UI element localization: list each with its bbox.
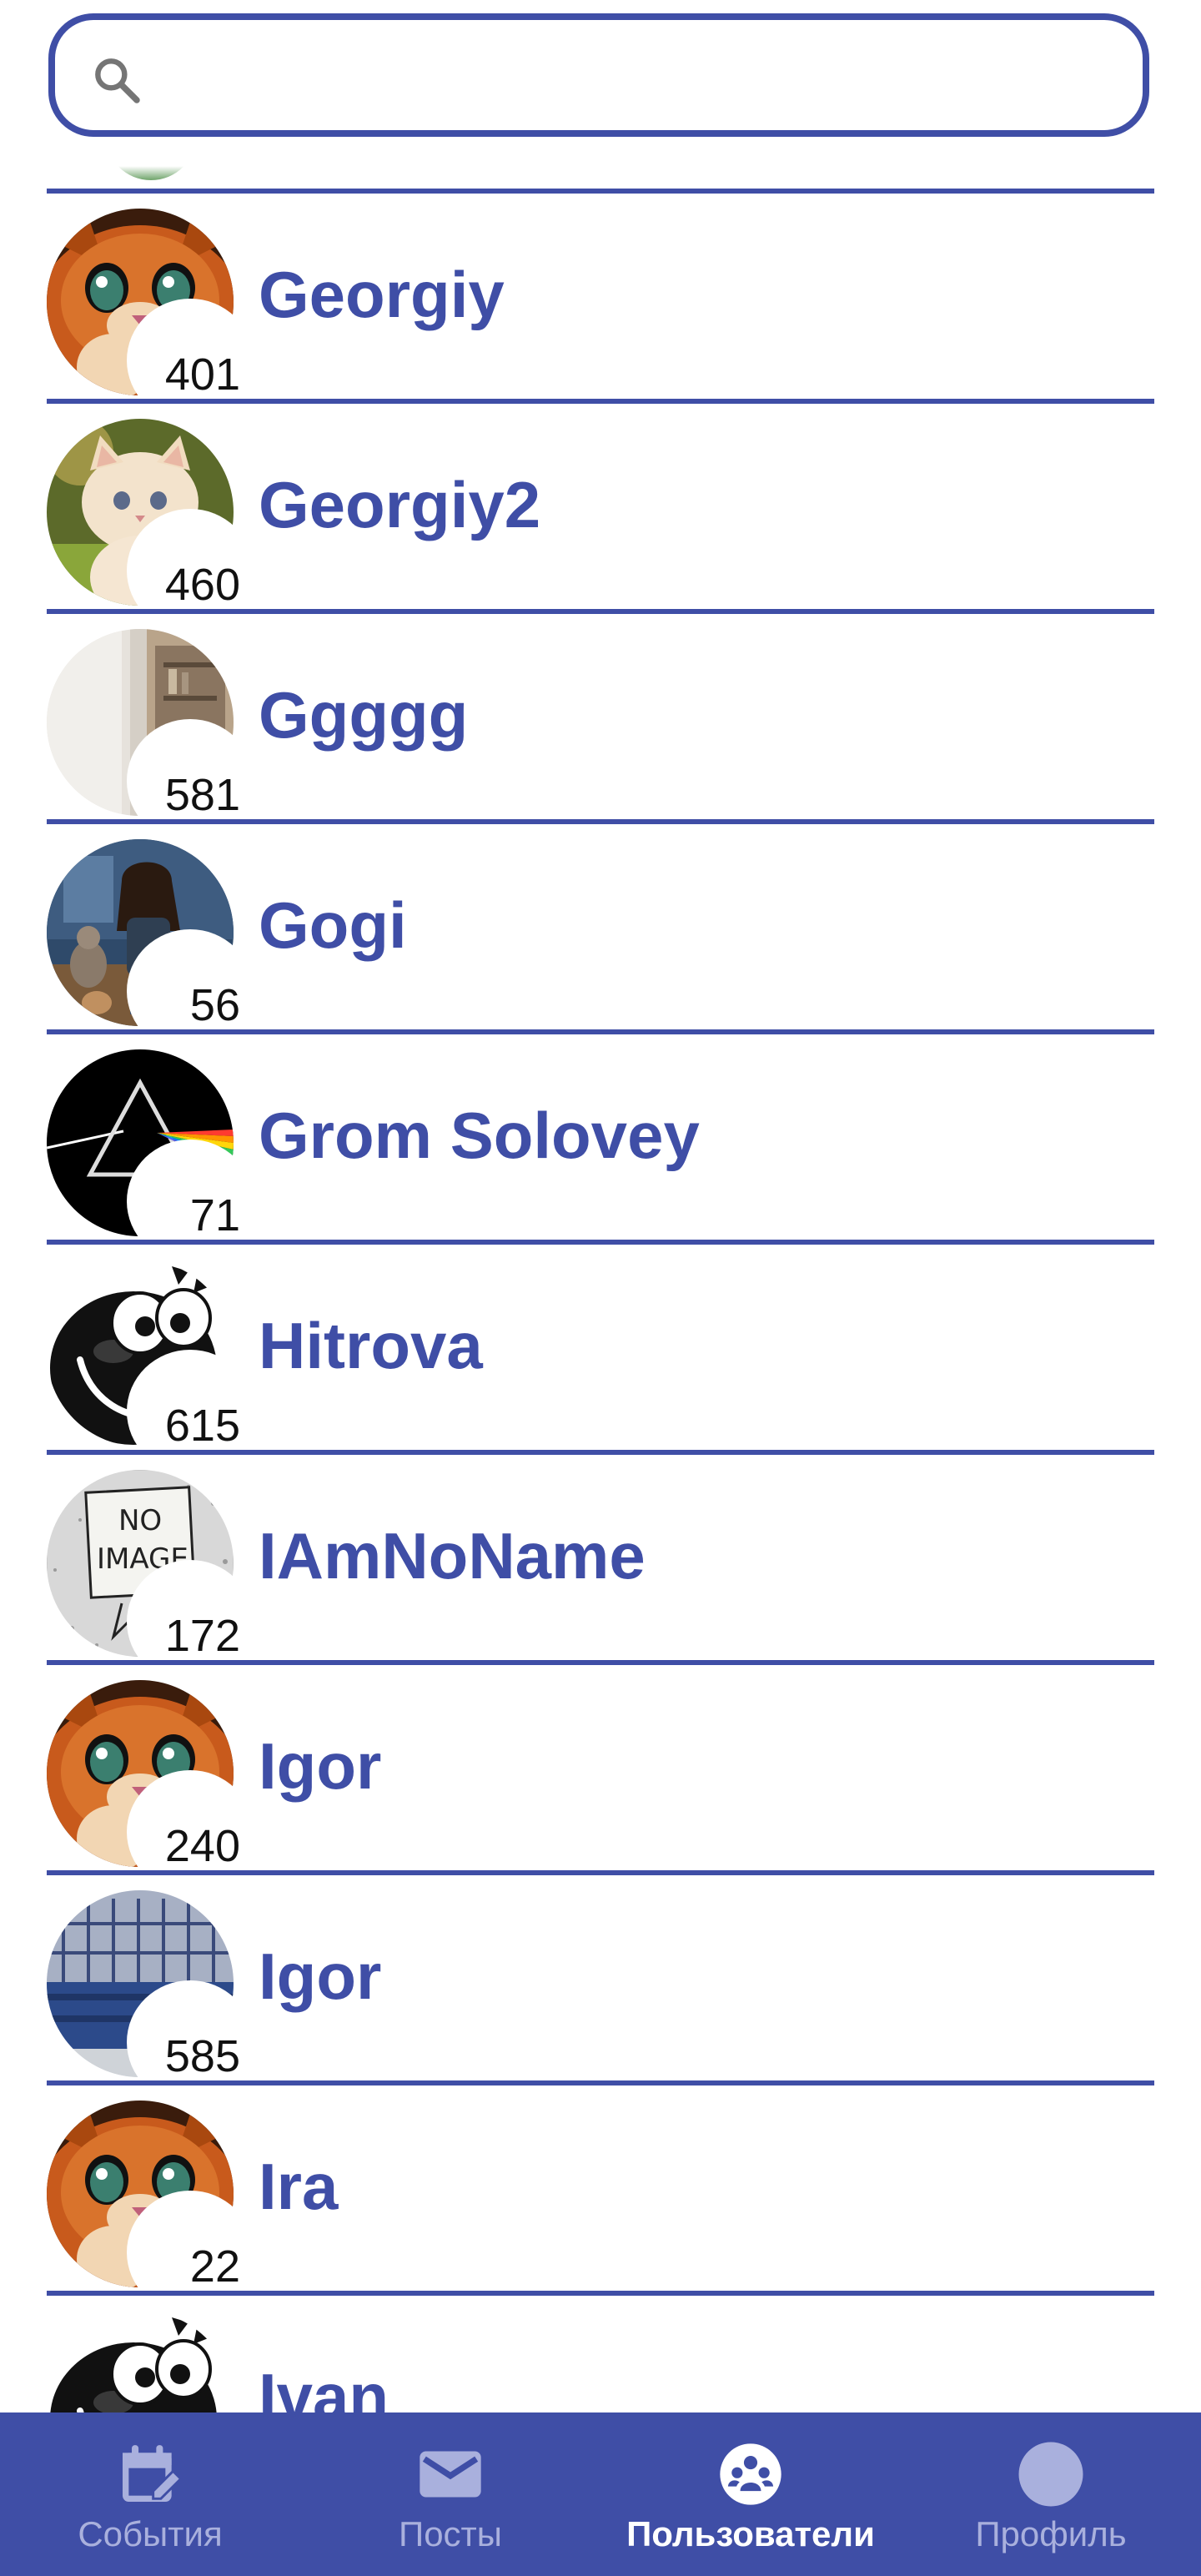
search-box[interactable] bbox=[48, 13, 1149, 137]
user-avatar-container: 581 bbox=[47, 629, 254, 843]
nav-label-users: Пользователи bbox=[626, 2514, 875, 2553]
nav-item-events[interactable]: События bbox=[0, 2412, 300, 2576]
bottom-navigation: События Посты Пользователи Профиль bbox=[0, 2412, 1201, 2576]
user-name: Igor bbox=[259, 1940, 382, 2013]
partial-avatar-previous bbox=[47, 133, 230, 185]
nav-item-profile[interactable]: Профиль bbox=[901, 2412, 1201, 2576]
user-avatar-container: 615 bbox=[47, 1260, 254, 1473]
user-list-item[interactable]: Ivan bbox=[0, 2296, 1201, 2412]
user-count: 172 bbox=[164, 1611, 240, 1661]
nav-item-users[interactable]: Пользователи bbox=[600, 2412, 901, 2576]
user-avatar bbox=[47, 2311, 234, 2412]
user-avatar-container: 460 bbox=[47, 419, 254, 632]
user-count: 615 bbox=[164, 1401, 240, 1451]
user-list-item[interactable]: 401 Georgiy bbox=[0, 194, 1201, 422]
user-avatar-container: 401 bbox=[47, 209, 254, 422]
user-list-item[interactable]: 581 Ggggg bbox=[0, 614, 1201, 843]
user-count: 401 bbox=[164, 350, 240, 400]
user-name: Georgiy bbox=[259, 258, 505, 331]
user-name: Georgiy2 bbox=[259, 468, 541, 541]
user-count: 56 bbox=[189, 980, 240, 1030]
users-group-icon bbox=[720, 2443, 781, 2505]
user-avatar-container: 56 bbox=[47, 839, 254, 1053]
user-list-item[interactable]: 56 Gogi bbox=[0, 824, 1201, 1053]
user-count: 460 bbox=[164, 560, 240, 610]
user-list-item[interactable]: 71 Grom Solovey bbox=[0, 1034, 1201, 1263]
users-list[interactable]: 401 Georgiy 460 Georgiy2 581 Ggggg 56 Go… bbox=[0, 0, 1201, 2412]
user-name: Gogi bbox=[259, 888, 407, 962]
user-avatar-container: 240 bbox=[47, 1680, 254, 1894]
user-count: 240 bbox=[164, 1821, 240, 1871]
user-list-item[interactable]: 615 Hitrova bbox=[0, 1245, 1201, 1473]
user-avatar-container: 71 bbox=[47, 1049, 254, 1263]
user-count: 585 bbox=[164, 2031, 240, 2081]
profile-avatar-icon bbox=[1018, 2442, 1083, 2507]
user-list-item[interactable]: 22 Ira bbox=[0, 2085, 1201, 2314]
nav-label-posts: Посты bbox=[399, 2514, 502, 2553]
user-list-item[interactable]: 460 Georgiy2 bbox=[0, 404, 1201, 632]
user-avatar-container: 585 bbox=[47, 1890, 254, 2104]
users-screen: 401 Georgiy 460 Georgiy2 581 Ggggg 56 Go… bbox=[0, 0, 1201, 2576]
user-name: Ggggg bbox=[259, 678, 469, 752]
user-count: 71 bbox=[189, 1190, 240, 1240]
user-list-item[interactable]: NO IMAGE 172 IAmNoName bbox=[0, 1455, 1201, 1683]
svg-text:NO: NO bbox=[118, 1504, 162, 1537]
user-name: Ira bbox=[259, 2150, 339, 2223]
user-list-item[interactable]: 585 Igor bbox=[0, 1875, 1201, 2104]
user-count: 581 bbox=[164, 770, 240, 820]
user-name: Hitrova bbox=[259, 1309, 483, 1382]
user-avatar-container bbox=[47, 2311, 234, 2412]
search-input[interactable] bbox=[163, 37, 1126, 118]
nav-item-posts[interactable]: Посты bbox=[300, 2412, 600, 2576]
user-name: Ivan bbox=[259, 2360, 389, 2412]
user-name: Grom Solovey bbox=[259, 1099, 700, 1172]
user-name: IAmNoName bbox=[259, 1519, 646, 1592]
user-count: 22 bbox=[189, 2241, 240, 2292]
user-avatar-container: 22 bbox=[47, 2101, 254, 2314]
user-name: Igor bbox=[259, 1729, 382, 1803]
user-list-item[interactable]: 240 Igor bbox=[0, 1665, 1201, 1894]
nav-label-events: События bbox=[78, 2514, 223, 2553]
calendar-edit-icon bbox=[123, 2445, 183, 2502]
user-avatar-container: NO IMAGE 172 bbox=[47, 1470, 254, 1683]
mail-icon bbox=[420, 2451, 481, 2498]
search-icon bbox=[95, 58, 140, 103]
nav-label-profile: Профиль bbox=[975, 2514, 1127, 2553]
